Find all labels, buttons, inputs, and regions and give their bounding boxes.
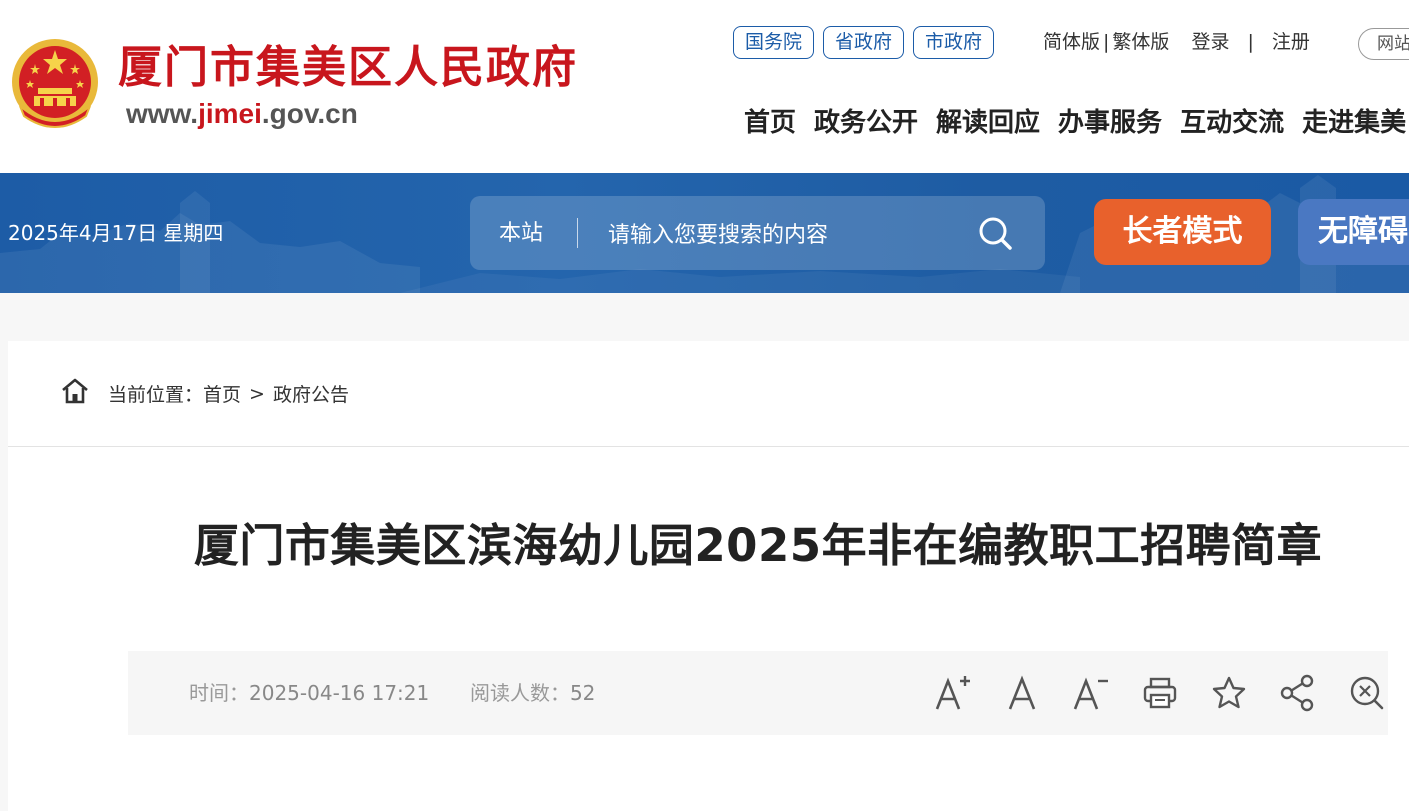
tools-separator: | (1103, 31, 1110, 53)
search-scope-select[interactable]: 本站 (499, 219, 543, 249)
gov-link-city[interactable]: 市政府 (913, 26, 995, 59)
search-divider (577, 218, 578, 248)
print-icon[interactable] (1125, 669, 1194, 717)
breadcrumb: 当前位置： 首页 > 政府公告 (60, 377, 349, 410)
breadcrumb-label: 当前位置： (108, 384, 204, 406)
site-url-suffix: .gov.cn (261, 98, 358, 129)
font-larger-icon[interactable] (918, 669, 987, 717)
nav-item-interpretation[interactable]: 解读回应 (936, 104, 1040, 142)
readers-value: 52 (569, 681, 596, 705)
login-link[interactable]: 登录 (1191, 28, 1229, 56)
home-icon[interactable] (60, 377, 90, 410)
current-date: 2025年4月17日 星期四 (8, 221, 224, 245)
nav-item-gov-affairs[interactable]: 政务公开 (814, 104, 918, 142)
nav-item-home[interactable]: 首页 (744, 104, 796, 142)
article-title: 厦门市集美区滨海幼儿园2025年非在编教职工招聘简章 (193, 519, 1323, 572)
time-value: 2025-04-16 17:21 (249, 681, 430, 705)
website-pill-button[interactable]: 网站 (1358, 28, 1409, 60)
tools-separator: | (1247, 31, 1254, 53)
site-url-highlight: jimei (198, 98, 262, 129)
article-tools (918, 669, 1401, 717)
gov-link-state-council[interactable]: 国务院 (733, 26, 815, 59)
content-panel: 当前位置： 首页 > 政府公告 厦门市集美区滨海幼儿园2025年非在编教职工招聘… (8, 341, 1409, 811)
time-label: 时间： (189, 681, 249, 705)
elder-mode-button[interactable]: 长者模式 (1094, 199, 1271, 265)
simplified-link[interactable]: 简体版 (1043, 28, 1100, 56)
site-url-prefix: www. (126, 98, 199, 129)
top-tools: 简体版 | 繁体版 登录 | 注册 (1043, 28, 1310, 56)
font-normal-icon[interactable] (987, 669, 1056, 717)
breadcrumb-home-link[interactable]: 首页 (203, 380, 241, 407)
register-link[interactable]: 注册 (1272, 28, 1310, 56)
site-title: 厦门市集美区人民政府 (118, 42, 578, 93)
font-smaller-icon[interactable] (1056, 669, 1125, 717)
readers-label: 阅读人数： (469, 681, 570, 705)
close-zoom-icon[interactable] (1332, 669, 1401, 717)
search-icon[interactable] (976, 214, 1016, 254)
site-header: 厦门市集美区人民政府 www.jimei.gov.cn 国务院 省政府 市政府 … (0, 0, 1409, 173)
star-icon[interactable] (1194, 669, 1263, 717)
national-emblem-icon[interactable] (10, 36, 100, 132)
breadcrumb-notice-link[interactable]: 政府公告 (273, 380, 349, 407)
breadcrumb-separator: > (249, 382, 265, 405)
breadcrumb-divider (8, 446, 1409, 447)
traditional-link[interactable]: 繁体版 (1112, 28, 1169, 56)
article-meta: 时间：2025-04-16 17:21 阅读人数：52 (189, 679, 595, 707)
main-nav: 首页 政务公开 解读回应 办事服务 互动交流 走进集美 (744, 104, 1406, 142)
share-icon[interactable] (1263, 669, 1332, 717)
gov-links: 国务院 省政府 市政府 (733, 26, 995, 59)
banner: 2025年4月17日 星期四 本站 长者模式 无障碍 (0, 173, 1409, 293)
site-url: www.jimei.gov.cn (126, 98, 358, 130)
accessibility-button[interactable]: 无障碍 (1298, 199, 1409, 265)
search-box: 本站 (470, 196, 1045, 270)
gov-link-province[interactable]: 省政府 (823, 26, 905, 59)
nav-item-about[interactable]: 走进集美 (1302, 104, 1406, 142)
article-meta-bar: 时间：2025-04-16 17:21 阅读人数：52 (128, 651, 1388, 735)
nav-item-interaction[interactable]: 互动交流 (1180, 104, 1284, 142)
search-input[interactable] (606, 214, 970, 256)
nav-item-services[interactable]: 办事服务 (1058, 104, 1162, 142)
